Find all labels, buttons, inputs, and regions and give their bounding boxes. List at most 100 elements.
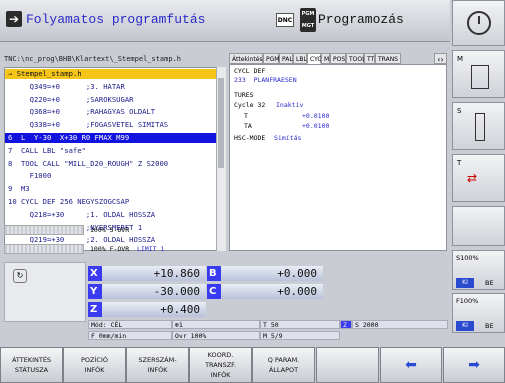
program-line[interactable]: Q220=+0 ;SAROKSUGAR [5,95,217,105]
program-listing[interactable]: → Stempel_stamp.h Q349=+0 ;3. HATAR Q220… [4,67,226,251]
b-axis-value: +0.000 [221,266,323,281]
dnc-badge: DNC [276,13,294,27]
softkey-page-right[interactable]: ➡ [443,347,505,383]
m-function-status: M 5/9 [260,331,340,340]
program-line[interactable]: 8 TOOL CALL "MILL_D20_ROUGH" Z S2000 [5,159,217,169]
f-override-track [4,244,84,254]
t-label: T [457,159,462,167]
f-override-bar: 100% F-OVR LIMIT 1 [4,244,226,254]
tab-lbl[interactable]: LBL [293,53,307,64]
hsc-mode-value: Simítás [274,134,302,142]
tool-change-icon: ⇄ [467,171,478,185]
program-scrollbar-thumb[interactable] [218,78,224,168]
tab-pos[interactable]: POS [330,53,346,64]
program-line[interactable]: → Stempel_stamp.h [5,69,217,79]
tures-label: TURES [234,91,254,99]
operating-mode-title: Folyamatos programfutás [26,12,206,27]
program-line[interactable]: 9 M3 [5,184,217,194]
ovr-status: Ovr 100% [172,331,260,340]
tool-icon-status: ⊕1 [172,320,260,329]
program-line[interactable]: Q338=+0 ;FOGASVETEL SIMITAS [5,120,217,130]
s-override-label: 100% S-OVR [90,226,130,234]
mode-status: Mód: CÉL [88,320,172,329]
tab-m[interactable]: M [321,53,330,64]
programming-mode-title: Programozás [318,12,404,27]
pgm-mgt-badge: PGM MGT [300,8,316,32]
program-line[interactable]: Q218=+30 ;1. OLDAL HOSSZA [5,210,217,220]
softkey-label: KOORD. TRANSZF. INFÓK [205,351,236,379]
program-line[interactable]: Q349=+0 ;3. HATAR [5,82,217,92]
cycl-def-value: 233 PLANFRAESEN [234,76,297,84]
limit-text: LIMIT 1 [136,245,165,253]
tab-tool[interactable]: TOOL [346,53,365,64]
tab-pal[interactable]: PAL [279,53,293,64]
c-axis-label: C [207,284,221,299]
cycl-def-label: CYCL DEF [234,67,266,75]
side-t-button[interactable]: T ⇄ [452,154,505,202]
m-label: M [457,55,464,63]
softkey-label: ÁTTEKINTÉS STÁTUSZA [11,356,52,374]
softkey-label: Q PARAM. ÁLLAPOT [267,356,300,374]
tab-scroll-arrows-icon[interactable]: ‹› [434,53,447,64]
feed-status: F 0mm/min [88,331,172,340]
spindle-icon [475,113,485,141]
side-empty-button[interactable] [452,206,505,246]
f100-label: F100% [456,297,479,305]
y-axis-value: -30.000 [102,284,206,299]
program-line[interactable]: 6 L Y-30 X+30 R0 FMAX M99 [5,133,217,143]
x-axis-value: +10.860 [102,266,206,281]
s-ki-indicator: KI [456,278,474,288]
softkey-4[interactable]: KOORD. TRANSZF. INFÓK [189,347,252,383]
softkey-page-left[interactable]: ⬅ [380,347,442,383]
program-path: TNC:\nc_prog\BHB\Klartext\_Stempel_stamp… [4,55,182,63]
program-line[interactable]: F1000 [5,171,217,181]
arrow-left-icon: ⬅ [405,357,417,373]
hsc-mode-label: HSC-MODE [234,134,266,142]
f-be-label: BE [485,322,494,330]
f-override-label: 100% F-OVR LIMIT 1 [90,245,164,253]
spindle-speed-status: S 2000 [352,320,448,329]
program-line[interactable]: Q368=+0 ;RAHAGYAS OLDALT [5,107,217,117]
t-tolerance-value: +0.0100 [302,112,330,120]
s100-label: S100% [456,254,479,262]
softkey-5[interactable]: Q PARAM. ÁLLAPOT [252,347,315,383]
side-f100-button[interactable]: F100% KI BE [452,293,505,333]
softkey-empty[interactable] [316,347,379,383]
t-tolerance-label: T [244,112,248,120]
tool-status: T 50 [260,320,340,329]
clock-hand [478,16,480,24]
program-line[interactable]: 10 CYCL DEF 256 NEGYSZOGCSAP [5,197,217,207]
s-override-track [4,225,84,235]
clock-icon [467,11,491,35]
f-ki-indicator: KI [456,321,474,331]
refresh-icon: ↻ [13,269,27,283]
softkey-3[interactable]: SZERSZÁM- INFÓK [126,347,189,383]
softkey-1[interactable]: ÁTTEKINTÉS STÁTUSZA [0,347,63,383]
cycle32-label: Cycle 32 [234,101,266,109]
ta-tolerance-value: +0.0100 [302,122,330,130]
cyc-status-panel: CYCL DEF 233 PLANFRAESEN TURES Cycle 32 … [229,64,447,251]
side-s100-button[interactable]: S100% KI BE [452,250,505,290]
spindle-axis-status: Z [340,320,352,329]
cycle32-value: Inaktív [276,101,304,109]
softkey-2[interactable]: POZÍCIÓ INFÓK [63,347,126,383]
softkey-label: SZERSZÁM- INFÓK [138,356,177,374]
b-axis-label: B [207,266,221,281]
s-label: S [457,107,462,115]
side-clock-button[interactable] [452,0,505,46]
tab-tt[interactable]: TT [364,53,375,64]
ta-tolerance-label: TA [244,122,252,130]
f-ovr-text: 100% F-OVR [90,245,130,253]
tab-cyc[interactable]: CYC [307,53,322,64]
z-axis-value: +0.400 [102,302,206,317]
tab-trans[interactable]: TRANS [375,53,401,64]
status-tabs: Áttekintés PGM PAL LBL CYC M POS TOOL TT TRANS [229,53,447,64]
tab-pgm[interactable]: PGM [263,53,279,64]
y-axis-label: Y [88,284,102,299]
tab-áttekintés[interactable]: Áttekintés [229,53,263,64]
program-line[interactable]: 7 CALL LBL "safe" [5,146,217,156]
s-be-label: BE [485,279,494,287]
softkey-label: POZÍCIÓ INFÓK [81,356,108,374]
side-m-button[interactable]: M [452,50,505,98]
side-s-button[interactable]: S [452,102,505,150]
